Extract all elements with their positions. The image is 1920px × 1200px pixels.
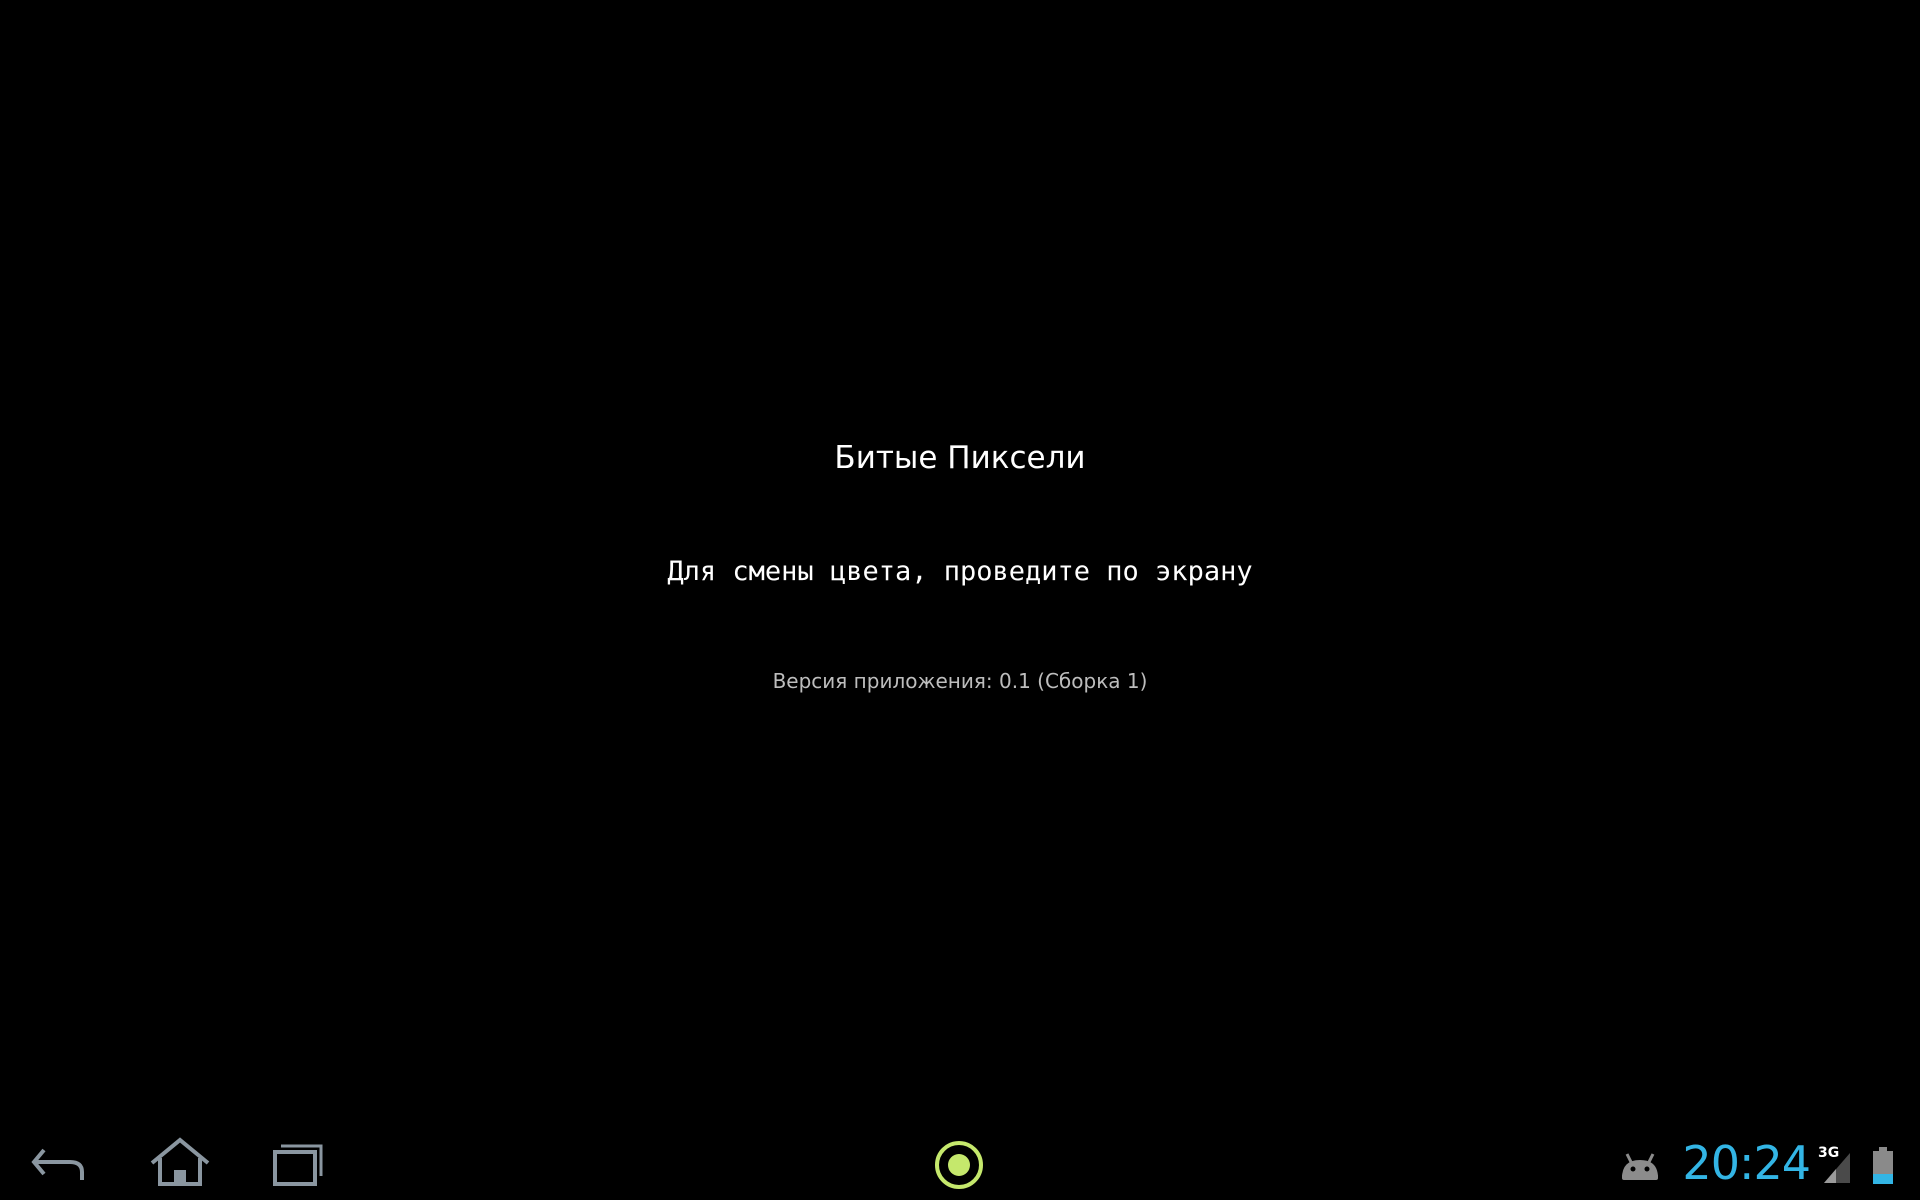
notification-icon-button[interactable] bbox=[930, 1138, 988, 1192]
instruction-text: Для смены цвета, проведите по экрану bbox=[667, 556, 1253, 587]
version-text: Версия приложения: 0.1 (Сборка 1) bbox=[772, 669, 1148, 693]
back-button[interactable] bbox=[12, 1125, 108, 1200]
app-title: Битые Пиксели bbox=[834, 440, 1086, 476]
clock[interactable]: 20:24 bbox=[1680, 1135, 1811, 1191]
home-button[interactable] bbox=[132, 1125, 228, 1200]
back-arrow-icon bbox=[31, 1148, 84, 1180]
android-debug-icon[interactable] bbox=[1618, 1148, 1662, 1182]
circle-target-icon bbox=[935, 1141, 983, 1189]
battery-icon bbox=[1873, 1147, 1893, 1184]
home-icon bbox=[150, 1136, 210, 1186]
signal-strength-icon bbox=[1824, 1153, 1850, 1183]
app-screen[interactable]: Битые Пиксели Для смены цвета, проведите… bbox=[0, 0, 1920, 1200]
recent-apps-icon bbox=[273, 1144, 323, 1186]
recent-apps-button[interactable] bbox=[252, 1125, 348, 1200]
